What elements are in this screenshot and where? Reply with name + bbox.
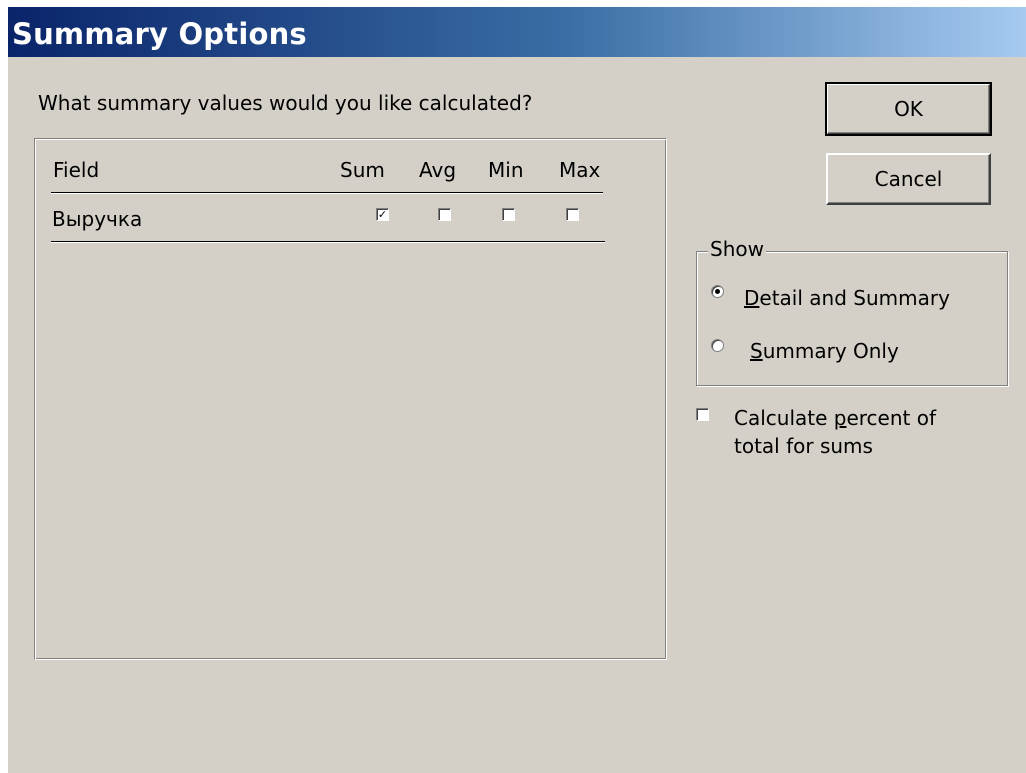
detail-and-summary-radio[interactable]: [711, 285, 724, 298]
show-group: [696, 251, 1008, 386]
label-text: Calculate: [734, 406, 834, 430]
max-checkbox[interactable]: [566, 208, 579, 221]
cancel-button-label: Cancel: [874, 167, 943, 191]
column-header-field: Field: [53, 158, 100, 182]
avg-checkbox[interactable]: [438, 208, 451, 221]
title-bar[interactable]: Summary Options: [8, 7, 1026, 57]
check-mark-icon: ✓: [377, 208, 388, 221]
row-divider: [51, 241, 605, 243]
sum-checkbox[interactable]: ✓: [376, 208, 389, 221]
field-name: Выручка: [52, 207, 143, 231]
summary-options-dialog: Summary Options What summary values woul…: [8, 7, 1026, 773]
mnemonic: p: [833, 406, 847, 430]
min-checkbox[interactable]: [502, 208, 515, 221]
label-text: ercent of: [846, 406, 937, 430]
header-divider: [51, 192, 603, 194]
ok-button[interactable]: OK: [825, 82, 992, 136]
cancel-button[interactable]: Cancel: [826, 153, 991, 205]
summary-only-radio[interactable]: [711, 339, 724, 352]
option-text: etail and Summary: [759, 286, 950, 310]
mnemonic: D: [744, 286, 760, 310]
column-header-max: Max: [559, 158, 601, 182]
show-group-label: Show: [708, 237, 766, 261]
column-header-avg: Avg: [419, 158, 457, 182]
summary-prompt: What summary values would you like calcu…: [38, 91, 533, 115]
dialog-title: Summary Options: [12, 17, 307, 51]
detail-and-summary-label[interactable]: Detail and Summary: [744, 286, 950, 310]
calculate-percent-checkbox[interactable]: [696, 408, 709, 421]
column-header-sum: Sum: [340, 158, 385, 182]
ok-button-label: OK: [894, 97, 923, 121]
calculate-percent-label-line1[interactable]: Calculate percent of: [734, 406, 936, 430]
calculate-percent-label-line2[interactable]: total for sums: [734, 434, 873, 458]
option-text: ummary Only: [762, 339, 899, 363]
radio-dot-icon: [715, 289, 720, 294]
summary-only-label[interactable]: Summary Only: [750, 339, 899, 363]
mnemonic: S: [750, 339, 763, 363]
column-header-min: Min: [488, 158, 524, 182]
